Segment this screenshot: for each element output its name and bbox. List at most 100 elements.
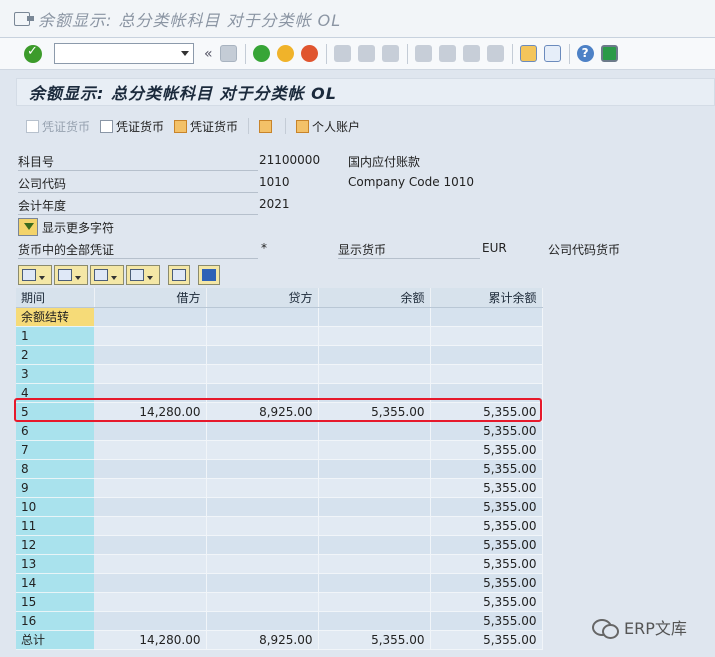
period-cell[interactable]: 8 [16, 459, 94, 479]
period-cell[interactable]: 3 [16, 364, 94, 384]
amount-cell[interactable] [94, 516, 207, 536]
table-row[interactable]: 5 14,280.00 8,925.00 5,355.00 5,355.00 [16, 402, 714, 422]
amount-cell[interactable]: 5,355.00 [430, 535, 543, 555]
amount-cell[interactable] [94, 592, 207, 612]
customize-layout-icon[interactable] [600, 45, 618, 62]
amount-cell[interactable] [430, 364, 543, 384]
period-cell[interactable]: 16 [16, 611, 94, 631]
amount-cell[interactable] [318, 364, 431, 384]
period-cell[interactable]: 2 [16, 345, 94, 365]
table-row[interactable]: 13 5,355.00 [16, 554, 714, 574]
find-icon[interactable] [357, 45, 375, 62]
amount-cell[interactable] [94, 497, 207, 517]
amount-cell[interactable]: 5,355.00 [430, 478, 543, 498]
amount-cell[interactable] [206, 478, 319, 498]
amount-cell[interactable] [94, 573, 207, 593]
amount-cell[interactable] [94, 535, 207, 555]
doc-currency-button-disabled[interactable]: 凭证货币 [26, 118, 90, 135]
amount-cell[interactable] [94, 554, 207, 574]
doc-currency-button[interactable]: 凭证货币 [100, 118, 164, 135]
amount-cell[interactable]: 5,355.00 [430, 592, 543, 612]
table-row[interactable]: 11 5,355.00 [16, 516, 714, 536]
amount-cell[interactable] [318, 592, 431, 612]
amount-cell[interactable]: 5,355.00 [430, 554, 543, 574]
amount-cell[interactable] [318, 326, 431, 346]
amount-cell[interactable] [318, 307, 431, 327]
period-cell[interactable]: 6 [16, 421, 94, 441]
amount-cell[interactable] [206, 516, 319, 536]
period-cell[interactable]: 总计 [16, 630, 94, 650]
amount-cell[interactable]: 5,355.00 [430, 611, 543, 631]
amount-cell[interactable] [206, 326, 319, 346]
command-field[interactable] [54, 43, 194, 64]
command-dropdown-icon[interactable] [181, 51, 189, 56]
table-row[interactable]: 6 5,355.00 [16, 421, 714, 441]
amount-cell[interactable] [318, 383, 431, 403]
table-row[interactable]: 余额结转 [16, 307, 714, 327]
amount-cell[interactable] [206, 535, 319, 555]
amount-cell[interactable] [206, 611, 319, 631]
print-preview-button[interactable] [18, 265, 52, 285]
views-button[interactable] [54, 265, 88, 285]
personal-account-button[interactable]: 个人账户 [296, 118, 360, 135]
print-icon[interactable] [333, 45, 351, 62]
column-header[interactable]: 期间 [16, 288, 95, 308]
amount-cell[interactable] [206, 345, 319, 365]
table-row[interactable]: 9 5,355.00 [16, 478, 714, 498]
period-cell[interactable]: 余额结转 [16, 307, 94, 327]
amount-cell[interactable] [206, 440, 319, 460]
first-page-icon[interactable] [414, 45, 432, 62]
period-cell[interactable]: 10 [16, 497, 94, 517]
amount-cell[interactable] [430, 307, 543, 327]
amount-cell[interactable] [94, 345, 207, 365]
exit-window-icon[interactable] [14, 11, 34, 26]
amount-cell[interactable] [318, 554, 431, 574]
amount-cell[interactable] [94, 307, 207, 327]
table-row[interactable]: 3 [16, 364, 714, 384]
period-cell[interactable]: 11 [16, 516, 94, 536]
info-button[interactable] [198, 265, 220, 285]
amount-cell[interactable] [206, 459, 319, 479]
period-cell[interactable]: 13 [16, 554, 94, 574]
table-row[interactable]: 1 [16, 326, 714, 346]
period-cell[interactable]: 5 [16, 402, 94, 422]
amount-cell[interactable] [430, 383, 543, 403]
table-row[interactable]: 2 [16, 345, 714, 365]
amount-cell[interactable]: 5,355.00 [430, 516, 543, 536]
amount-cell[interactable] [206, 497, 319, 517]
next-page-icon[interactable] [462, 45, 480, 62]
back-icon[interactable] [252, 45, 270, 62]
amount-cell[interactable]: 5,355.00 [430, 573, 543, 593]
amount-cell[interactable] [94, 421, 207, 441]
amount-cell[interactable] [430, 326, 543, 346]
cancel-icon[interactable] [300, 45, 318, 62]
export-button[interactable] [90, 265, 124, 285]
collapse-command-icon[interactable]: « [204, 46, 213, 62]
calculator-button[interactable] [259, 119, 275, 133]
table-row[interactable]: 15 5,355.00 [16, 592, 714, 612]
amount-cell[interactable]: 5,355.00 [430, 497, 543, 517]
amount-cell[interactable] [430, 345, 543, 365]
amount-cell[interactable] [94, 459, 207, 479]
amount-cell[interactable]: 14,280.00 [94, 402, 207, 422]
amount-cell[interactable] [206, 592, 319, 612]
amount-cell[interactable]: 5,355.00 [430, 630, 543, 650]
amount-cell[interactable]: 14,280.00 [94, 630, 207, 650]
amount-cell[interactable] [318, 573, 431, 593]
amount-cell[interactable]: 5,355.00 [430, 440, 543, 460]
amount-cell[interactable] [318, 421, 431, 441]
amount-cell[interactable] [94, 478, 207, 498]
amount-cell[interactable] [318, 345, 431, 365]
amount-cell[interactable] [94, 383, 207, 403]
column-button[interactable] [168, 265, 190, 285]
last-page-icon[interactable] [486, 45, 504, 62]
help-icon[interactable]: ? [576, 45, 594, 62]
amount-cell[interactable] [206, 364, 319, 384]
exit-icon[interactable] [276, 45, 294, 62]
amount-cell[interactable] [94, 326, 207, 346]
amount-cell[interactable] [318, 535, 431, 555]
table-row[interactable]: 14 5,355.00 [16, 573, 714, 593]
amount-cell[interactable] [318, 440, 431, 460]
new-session-icon[interactable] [519, 45, 537, 62]
amount-cell[interactable] [318, 478, 431, 498]
